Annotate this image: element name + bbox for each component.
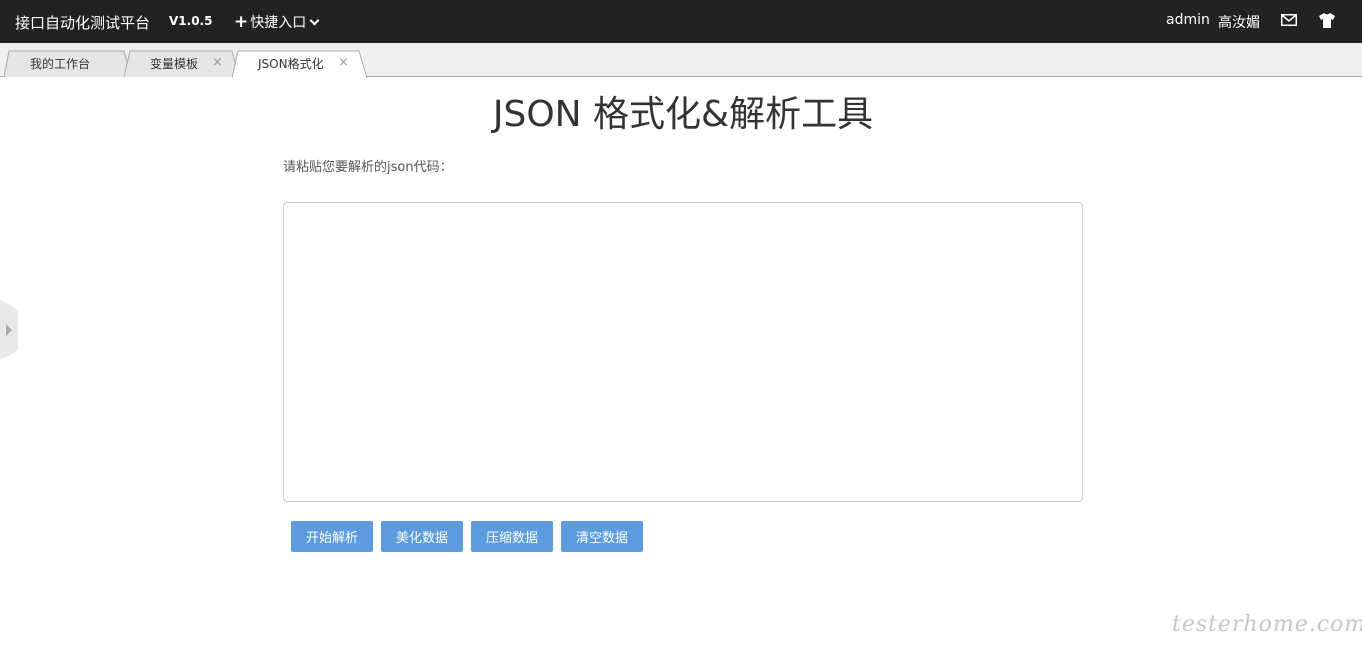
app-title[interactable]: 接口自动化测试平台 [15, 12, 150, 33]
shirt-icon[interactable] [1318, 13, 1336, 28]
close-icon[interactable]: × [212, 55, 223, 70]
user-display-name[interactable]: 高汝媚 [1218, 12, 1260, 32]
close-icon[interactable]: × [338, 55, 349, 70]
parse-button[interactable]: 开始解析 [291, 521, 373, 552]
user-account[interactable]: admin [1166, 12, 1210, 28]
beautify-button[interactable]: 美化数据 [381, 521, 463, 552]
json-input[interactable] [283, 202, 1083, 502]
tab-my-workbench[interactable]: 我的工作台 [4, 50, 132, 77]
tab-label: 变量模板 [150, 57, 199, 71]
watermark-text: testerhome.com [1172, 612, 1362, 637]
chevron-down-icon [309, 15, 320, 25]
tab-strip: 我的工作台 变量模板 × JSON格式化 × [0, 43, 1362, 78]
tab-json-format[interactable]: JSON格式化 × [232, 50, 368, 78]
compress-button[interactable]: 压缩数据 [471, 521, 553, 552]
sidebar-toggle-handle[interactable] [0, 300, 18, 360]
page-title: JSON 格式化&解析工具 [492, 94, 874, 135]
quick-entry-menu[interactable]: + 快捷入口 [234, 12, 320, 32]
app-version: V1.0.5 [169, 14, 213, 28]
quick-entry-label: 快捷入口 [250, 15, 307, 31]
clear-button[interactable]: 清空数据 [561, 521, 643, 552]
tab-label: 我的工作台 [30, 57, 91, 71]
input-prompt-label: 请粘贴您要解析的json代码： [283, 160, 453, 175]
tab-label: JSON格式化 [258, 57, 324, 71]
tab-variable-template[interactable]: 变量模板 × [124, 50, 240, 77]
plus-icon: + [234, 12, 249, 32]
top-navbar: 接口自动化测试平台 V1.0.5 + 快捷入口 admin 高汝媚 [0, 0, 1362, 43]
mail-icon[interactable] [1281, 14, 1297, 26]
